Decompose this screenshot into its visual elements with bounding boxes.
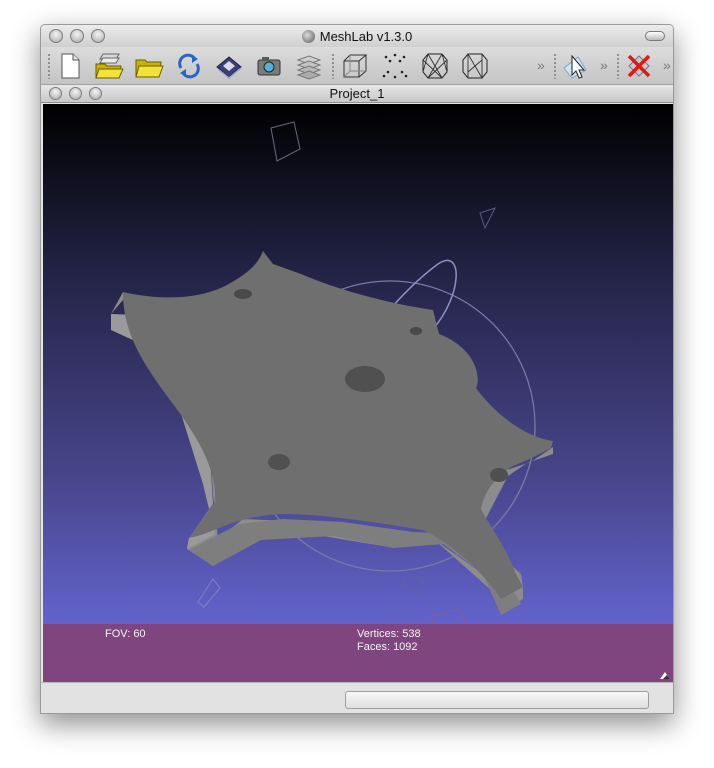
layers-icon bbox=[296, 55, 322, 80]
toolbar-more-chevron[interactable]: » bbox=[663, 57, 671, 73]
render-points-button[interactable] bbox=[379, 50, 411, 82]
toolbar-more-chevron[interactable]: » bbox=[537, 57, 545, 73]
zoom-window-button[interactable] bbox=[91, 29, 105, 43]
snapshot-button[interactable] bbox=[253, 50, 285, 82]
toolbar-grip-handle[interactable] bbox=[47, 53, 51, 79]
minimize-window-button[interactable] bbox=[70, 29, 84, 43]
render-bbox-button[interactable] bbox=[339, 50, 371, 82]
maximize-document-button[interactable] bbox=[89, 87, 102, 100]
document-title: Project_1 bbox=[329, 86, 385, 101]
minimize-document-button[interactable] bbox=[69, 87, 82, 100]
save-disk-icon bbox=[216, 56, 242, 79]
mesh-hole bbox=[268, 454, 290, 470]
trackball-marker bbox=[479, 207, 496, 230]
hidden-lines-icon bbox=[462, 53, 488, 79]
pointer-select-icon bbox=[563, 54, 587, 79]
faces-count-label: Faces: 1092 bbox=[357, 641, 418, 653]
fov-label: FOV: 60 bbox=[105, 628, 146, 640]
select-tool-button[interactable] bbox=[559, 50, 591, 82]
mesh-hole bbox=[410, 327, 422, 335]
mesh-hole bbox=[345, 366, 385, 392]
layers-button[interactable] bbox=[293, 50, 325, 82]
close-window-button[interactable] bbox=[49, 29, 63, 43]
document-window-controls bbox=[49, 87, 102, 100]
title-bar[interactable]: MeshLab v1.3.0 bbox=[41, 25, 673, 47]
save-button[interactable] bbox=[213, 50, 245, 82]
new-document-icon bbox=[61, 53, 80, 79]
mesh-hole bbox=[490, 468, 508, 482]
main-toolbar: » » » bbox=[41, 47, 673, 85]
delete-red-x-icon bbox=[627, 54, 651, 78]
3d-viewport[interactable]: FOV: 60 Vertices: 538 Faces: 1092 bbox=[43, 104, 673, 682]
trackball-marker bbox=[401, 572, 425, 594]
trackball-marker bbox=[270, 121, 301, 162]
meshlab-window: MeshLab v1.3.0 » » » Project_1 FOV: 60 V… bbox=[40, 24, 674, 714]
mesh-hole bbox=[234, 289, 252, 299]
open-project-button[interactable] bbox=[93, 50, 125, 82]
bounding-box-icon bbox=[343, 54, 368, 78]
window-title: MeshLab v1.3.0 bbox=[319, 28, 413, 44]
open-layers-folder-icon bbox=[95, 53, 124, 79]
render-wireframe-button[interactable] bbox=[419, 50, 451, 82]
camera-icon bbox=[257, 57, 281, 76]
vertices-count-label: Vertices: 538 bbox=[357, 628, 421, 640]
meshlab-app-icon bbox=[301, 29, 315, 43]
toolbar-grip-handle[interactable] bbox=[616, 53, 620, 79]
toolbar-more-chevron[interactable]: » bbox=[600, 57, 608, 73]
status-bar bbox=[41, 682, 673, 713]
open-folder-icon bbox=[135, 59, 164, 78]
new-project-button[interactable] bbox=[53, 50, 85, 82]
close-document-button[interactable] bbox=[49, 87, 62, 100]
reload-button[interactable] bbox=[173, 50, 205, 82]
toolbar-grip-handle[interactable] bbox=[553, 53, 557, 79]
resize-grip-icon[interactable] bbox=[659, 668, 671, 680]
toolbar-grip-handle[interactable] bbox=[331, 53, 335, 79]
points-icon bbox=[382, 53, 408, 79]
viewport-info-bar: FOV: 60 Vertices: 538 Faces: 1092 bbox=[43, 624, 673, 682]
mesh-render[interactable] bbox=[43, 104, 673, 682]
delete-faces-button[interactable] bbox=[623, 50, 655, 82]
reload-icon bbox=[178, 53, 200, 79]
toolbar-toggle-button[interactable] bbox=[645, 31, 665, 41]
progress-bar bbox=[345, 691, 649, 709]
trackball-marker bbox=[197, 578, 221, 608]
window-controls bbox=[49, 29, 105, 43]
open-mesh-button[interactable] bbox=[133, 50, 165, 82]
wireframe-icon bbox=[422, 53, 448, 79]
render-hidden-lines-button[interactable] bbox=[459, 50, 491, 82]
document-title-bar[interactable]: Project_1 bbox=[41, 85, 673, 103]
